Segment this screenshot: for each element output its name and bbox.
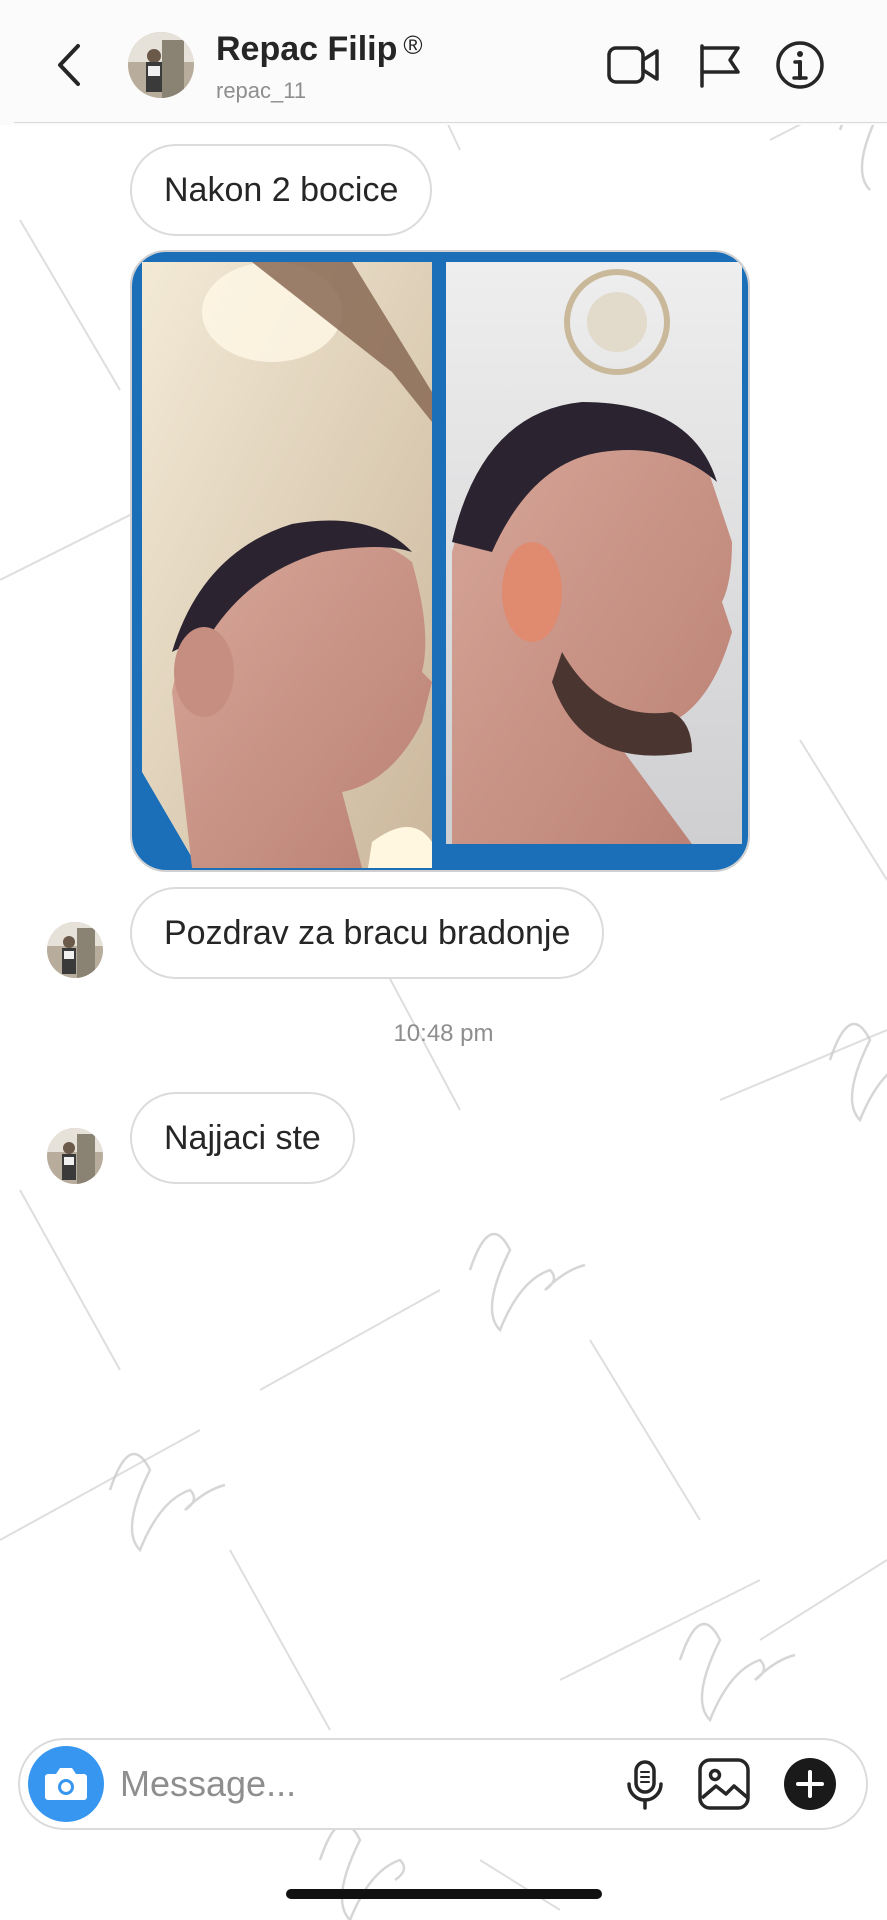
home-indicator[interactable]: [286, 1889, 602, 1899]
avatar-image: [128, 32, 194, 98]
conversation-info-button[interactable]: [772, 40, 828, 90]
voice-message-button[interactable]: [620, 1758, 670, 1812]
message-bubble[interactable]: Nakon 2 bocice: [130, 144, 433, 236]
avatar-image: [47, 1128, 103, 1184]
header-avatar[interactable]: [128, 32, 194, 98]
microphone-icon: [627, 1760, 663, 1810]
video-call-button[interactable]: [605, 40, 661, 90]
message-text: Pozdrav za bracu bradonje: [164, 914, 571, 952]
contact-name[interactable]: Repac Filip ®: [216, 30, 423, 69]
gallery-button[interactable]: [696, 1756, 752, 1812]
message-timestamp: 10:48 pm: [393, 1020, 494, 1047]
chat-header: Repac Filip ® repac_11: [0, 0, 887, 125]
info-icon: [776, 41, 824, 89]
more-options-button[interactable]: [782, 1756, 838, 1812]
message-bubble[interactable]: Pozdrav za bracu bradonje: [130, 887, 605, 979]
message-composer: [18, 1738, 868, 1830]
camera-icon: [45, 1768, 87, 1800]
sender-avatar[interactable]: [47, 922, 103, 978]
flag-icon: [700, 44, 740, 88]
image-gallery-icon: [698, 1758, 750, 1810]
message-text: Nakon 2 bocice: [164, 171, 399, 209]
contact-name-text: Repac Filip: [216, 30, 398, 68]
plus-icon: [784, 1758, 836, 1810]
message-input[interactable]: [120, 1754, 520, 1814]
avatar-image: [47, 922, 103, 978]
photo-collage-image: [132, 252, 748, 870]
report-button[interactable]: [692, 40, 748, 90]
camera-button[interactable]: [28, 1746, 104, 1822]
photo-message[interactable]: [130, 250, 750, 872]
header-divider: [14, 122, 887, 123]
registered-mark: ®: [403, 30, 423, 60]
message-bubble[interactable]: Najjaci ste: [130, 1092, 355, 1184]
sender-avatar[interactable]: [47, 1128, 103, 1184]
message-text: Najjaci ste: [164, 1119, 321, 1157]
chevron-left-icon: [58, 44, 80, 86]
back-button[interactable]: [50, 40, 90, 90]
video-camera-icon: [607, 46, 659, 84]
contact-handle[interactable]: repac_11: [216, 78, 306, 104]
